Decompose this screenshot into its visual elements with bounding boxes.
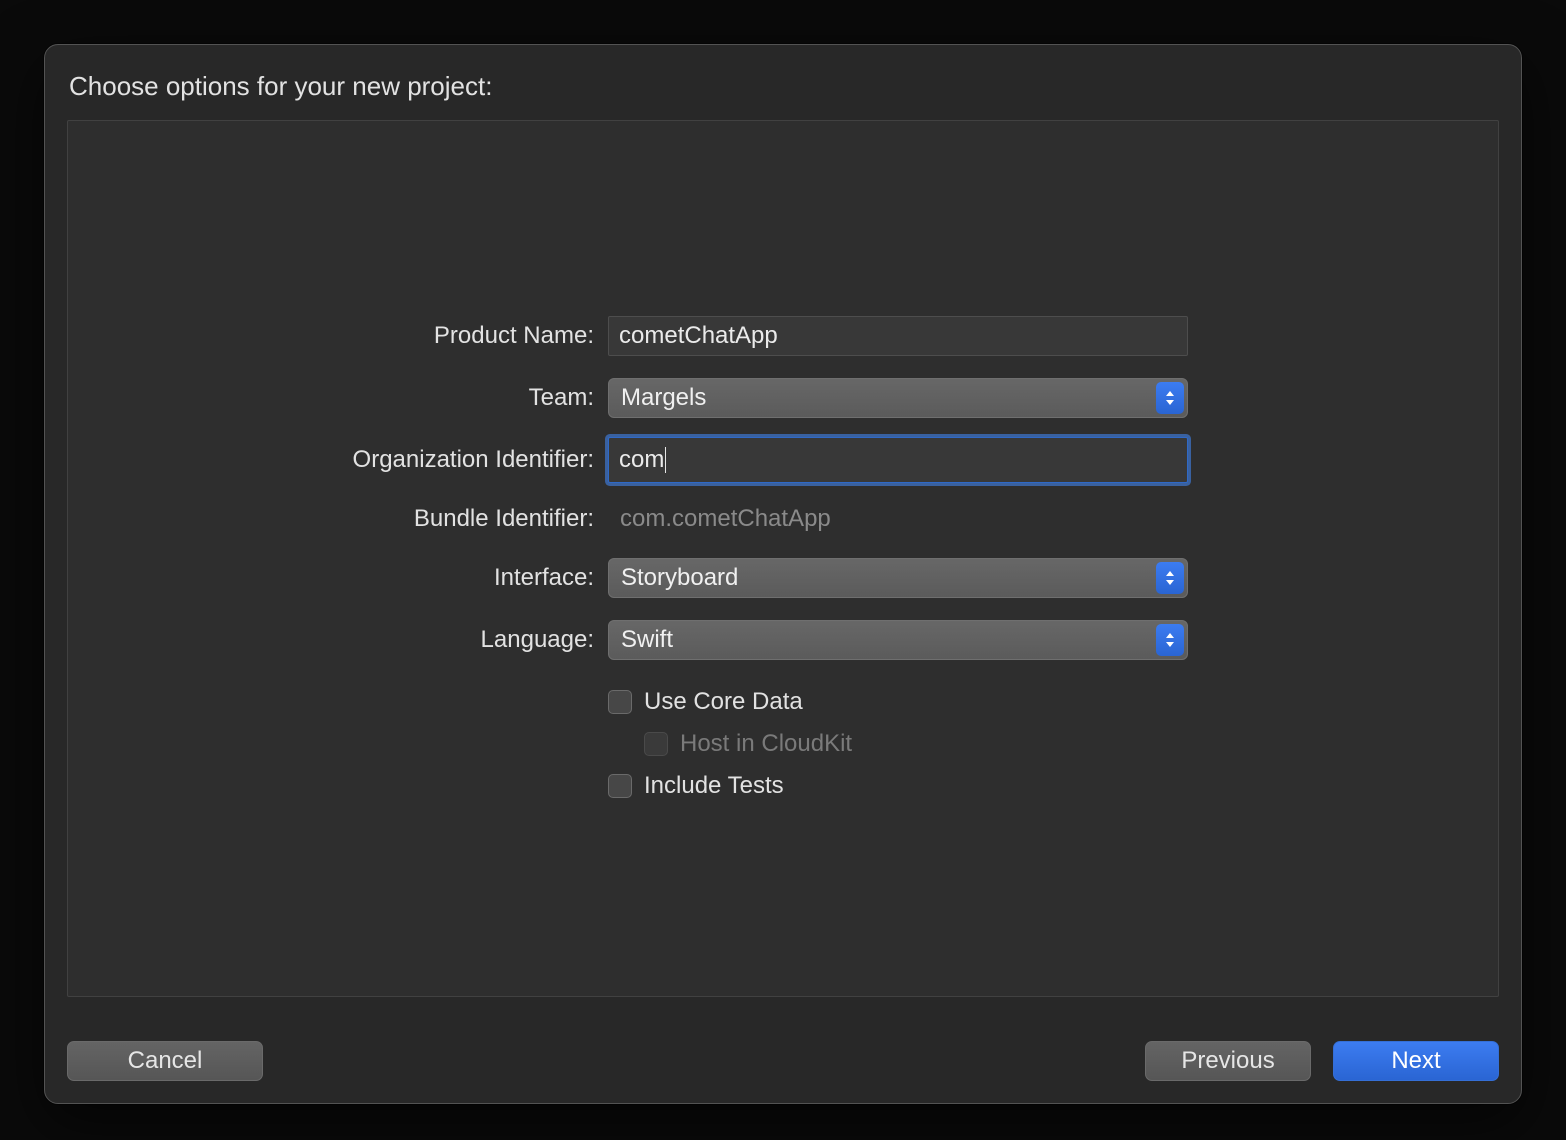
team-select[interactable]: Margels bbox=[608, 378, 1188, 418]
cancel-button[interactable]: Cancel bbox=[67, 1041, 263, 1081]
organization-identifier-label: Organization Identifier: bbox=[68, 446, 608, 474]
team-select-value: Margels bbox=[621, 384, 706, 412]
text-caret bbox=[665, 447, 666, 473]
bundle-identifier-value: com.cometChatApp bbox=[608, 505, 1188, 533]
use-core-data-checkbox[interactable] bbox=[608, 690, 632, 714]
host-cloudkit-label: Host in CloudKit bbox=[680, 730, 852, 758]
language-label: Language: bbox=[68, 626, 608, 654]
team-label: Team: bbox=[68, 384, 608, 412]
updown-arrows-icon bbox=[1156, 382, 1184, 414]
organization-identifier-input[interactable]: com bbox=[608, 437, 1188, 483]
interface-label: Interface: bbox=[68, 564, 608, 592]
product-name-label: Product Name: bbox=[68, 322, 608, 350]
new-project-options-sheet: Choose options for your new project: Pro… bbox=[44, 44, 1522, 1104]
sheet-title: Choose options for your new project: bbox=[67, 67, 1499, 120]
updown-arrows-icon bbox=[1156, 624, 1184, 656]
include-tests-label: Include Tests bbox=[644, 772, 784, 800]
bundle-identifier-label: Bundle Identifier: bbox=[68, 505, 608, 533]
interface-select[interactable]: Storyboard bbox=[608, 558, 1188, 598]
language-select[interactable]: Swift bbox=[608, 620, 1188, 660]
previous-button[interactable]: Previous bbox=[1145, 1041, 1311, 1081]
product-name-input[interactable] bbox=[608, 316, 1188, 356]
host-cloudkit-checkbox bbox=[644, 732, 668, 756]
next-button[interactable]: Next bbox=[1333, 1041, 1499, 1081]
footer: Cancel Previous Next bbox=[67, 1017, 1499, 1081]
updown-arrows-icon bbox=[1156, 562, 1184, 594]
interface-select-value: Storyboard bbox=[621, 564, 738, 592]
use-core-data-label: Use Core Data bbox=[644, 688, 803, 716]
include-tests-checkbox[interactable] bbox=[608, 774, 632, 798]
form-panel: Product Name: Team: Margels bbox=[67, 120, 1499, 997]
project-options-form: Product Name: Team: Margels bbox=[68, 305, 1498, 807]
language-select-value: Swift bbox=[621, 626, 673, 654]
